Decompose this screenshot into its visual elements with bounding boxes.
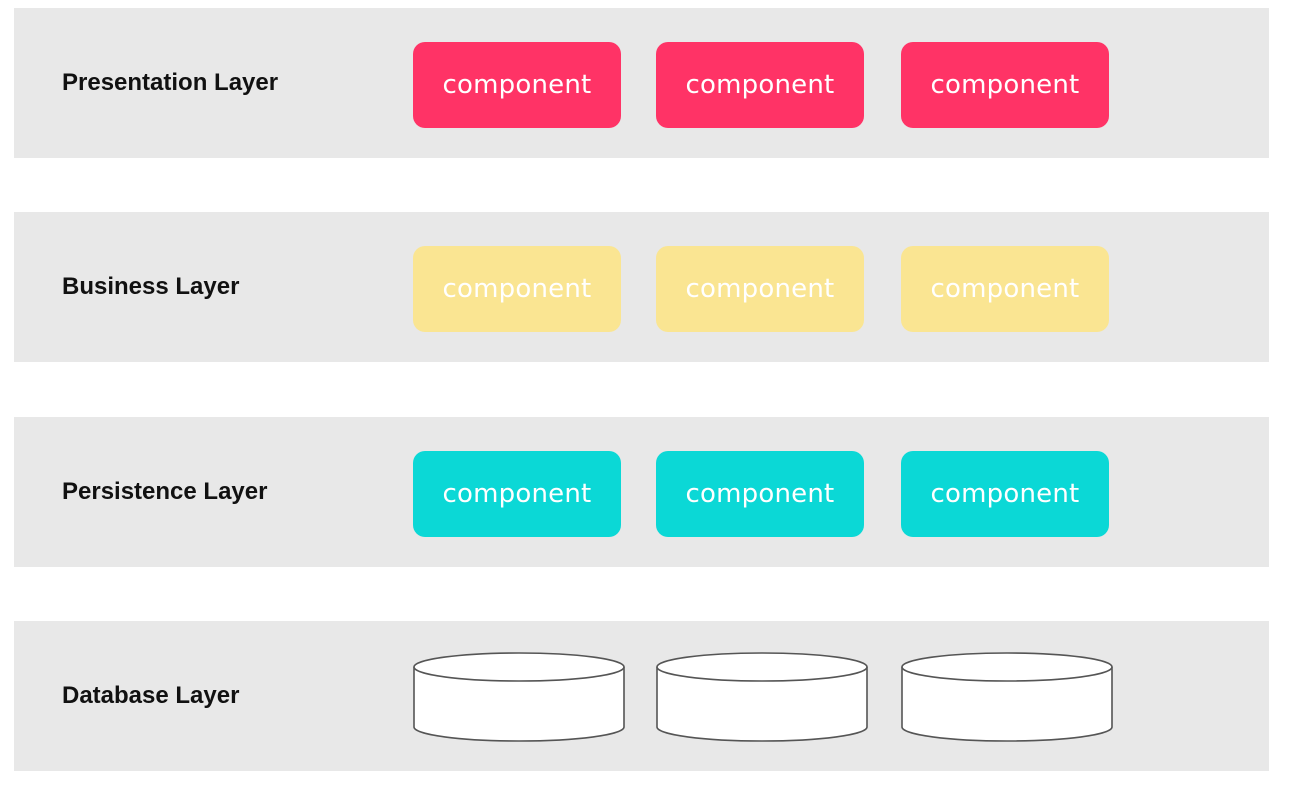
presentation-component-2: component — [656, 42, 864, 128]
database-cylinder-icon — [413, 652, 625, 742]
layer-business: Business Layer component component compo… — [14, 212, 1269, 362]
database-cylinder-icon — [656, 652, 868, 742]
layer-label-business: Business Layer — [62, 273, 240, 300]
persistence-component-2: component — [656, 451, 864, 537]
layer-label-presentation: Presentation Layer — [62, 69, 279, 96]
presentation-component-1: component — [413, 42, 621, 128]
layer-label-database: Database Layer — [62, 682, 240, 709]
business-component-1: component — [413, 246, 621, 332]
database-cylinder-icon — [901, 652, 1113, 742]
persistence-component-1: component — [413, 451, 621, 537]
business-component-3: component — [901, 246, 1109, 332]
presentation-component-3: component — [901, 42, 1109, 128]
layer-database: Database Layer — [14, 621, 1269, 771]
layer-label-persistence: Persistence Layer — [62, 478, 268, 505]
business-component-2: component — [656, 246, 864, 332]
layer-presentation: Presentation Layer component component c… — [14, 8, 1269, 158]
persistence-component-3: component — [901, 451, 1109, 537]
layer-persistence: Persistence Layer component component co… — [14, 417, 1269, 567]
